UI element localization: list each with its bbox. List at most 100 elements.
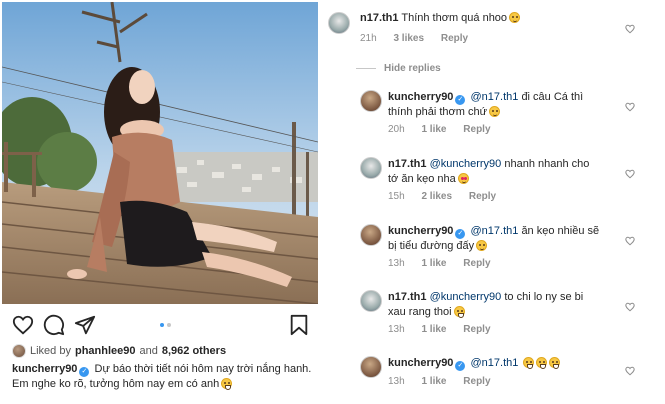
reply-time: 13h: [388, 376, 405, 387]
reply-time: 15h: [388, 191, 405, 202]
reply-likes[interactable]: 1 like: [421, 376, 446, 387]
reply-button[interactable]: Reply: [463, 258, 490, 269]
reply-likes[interactable]: 2 likes: [421, 191, 452, 202]
grin-emoji-icon: [523, 357, 535, 369]
like-comment-heart-icon[interactable]: [625, 24, 635, 34]
carousel-dots: [160, 323, 180, 327]
reply-meta: 13h 1 like Reply: [388, 258, 505, 269]
post-photo[interactable]: [2, 2, 318, 304]
liker-avatar[interactable]: [12, 344, 26, 358]
smile-emoji-icon: [488, 106, 500, 117]
reply-username[interactable]: kuncherry90: [388, 357, 453, 369]
verified-badge-icon: ✓: [455, 229, 466, 239]
divider: [356, 68, 376, 69]
reply-body-line-1: to chi lo ny se bi: [504, 291, 584, 303]
caption-username[interactable]: kuncherry90: [12, 363, 77, 375]
likes-count[interactable]: 8,962 others: [162, 345, 226, 357]
reply-meta: 15h 2 likes Reply: [388, 191, 510, 202]
reply-body-line-1: đi câu Cá thì: [521, 91, 584, 103]
post-caption: kuncherry90 ✓ Dự báo thời tiết nói hôm na…: [12, 362, 312, 392]
mention-link[interactable]: @n17.th1: [471, 91, 519, 103]
like-comment-heart-icon[interactable]: [625, 302, 635, 312]
mention-link[interactable]: @n17.th1: [471, 225, 519, 237]
reply-likes[interactable]: 1 like: [421, 124, 446, 135]
reply-text: n17.th1 @kuncherry90 to chi lo ny se bi …: [388, 290, 613, 320]
carousel-dot: [167, 323, 171, 327]
comments-panel: n17.th1 Thính thơm quá nhoo 21h 3 likes …: [322, 0, 665, 404]
reply-username[interactable]: n17.th1: [388, 158, 427, 170]
bookmark-icon[interactable]: [288, 314, 310, 336]
reply-text: kuncherry90 ✓ @n17.th1 đi câu Cá thì thín…: [388, 90, 613, 120]
avatar[interactable]: [360, 224, 382, 246]
reply-meta: 13h 1 like Reply: [388, 376, 505, 387]
grin-emoji-icon: [453, 306, 465, 318]
smile-emoji-icon: [476, 240, 488, 251]
like-comment-heart-icon[interactable]: [625, 236, 635, 246]
reply-likes[interactable]: 1 like: [421, 258, 446, 269]
post-panel: Liked by phanhlee90 and 8,962 others kun…: [0, 0, 322, 404]
likes-and: and: [139, 345, 158, 357]
mention-link[interactable]: @n17.th1: [471, 357, 519, 369]
reply-time: 13h: [388, 258, 405, 269]
like-comment-heart-icon[interactable]: [625, 169, 635, 179]
reply-username[interactable]: kuncherry90: [388, 91, 453, 103]
reply-item: n17.th1 @kuncherry90 nhanh nhanh cho tớ …: [322, 155, 665, 205]
verified-badge-icon: ✓: [455, 95, 466, 105]
avatar[interactable]: [328, 12, 350, 34]
reply-body-line-2: bị tiểu đường đấy: [388, 240, 475, 252]
comment-text: n17.th1 Thính thơm quá nhoo: [360, 11, 630, 26]
post-photo-illustration: [2, 2, 318, 304]
likes-prefix: Liked by: [30, 345, 71, 357]
comment-icon[interactable]: [43, 314, 65, 336]
liker-username[interactable]: phanhlee90: [75, 345, 136, 357]
reply-button[interactable]: Reply: [463, 376, 490, 387]
post-actions: [12, 314, 312, 336]
reply-text: n17.th1 @kuncherry90 nhanh nhanh cho tớ …: [388, 157, 613, 187]
comment-body: Thính thơm quá nhoo: [401, 12, 508, 24]
heart-eyes-emoji-icon: [457, 173, 469, 184]
reply-username[interactable]: n17.th1: [388, 291, 427, 303]
share-icon[interactable]: [74, 314, 96, 336]
comment-item: n17.th1 Thính thơm quá nhoo 21h 3 likes …: [322, 8, 665, 48]
avatar[interactable]: [360, 290, 382, 312]
hide-replies-label[interactable]: Hide replies: [384, 63, 441, 74]
reply-text: kuncherry90 ✓ @n17.th1 ăn kẹo nhiều sẽ bị…: [388, 224, 613, 254]
reply-time: 13h: [388, 324, 405, 335]
like-comment-heart-icon[interactable]: [625, 102, 635, 112]
reply-button[interactable]: Reply: [463, 124, 490, 135]
avatar[interactable]: [360, 90, 382, 112]
reply-username[interactable]: kuncherry90: [388, 225, 453, 237]
reply-body-line-2: xau rang thoi: [388, 306, 452, 318]
grin-emoji-icon: [549, 357, 561, 369]
likes-summary: Liked by phanhlee90 and 8,962 others: [12, 343, 226, 359]
caption-line-2: Em nghe ko rõ, tưởng hôm nay em có anh: [12, 378, 220, 390]
reply-likes[interactable]: 1 like: [421, 324, 446, 335]
like-comment-heart-icon[interactable]: [625, 366, 635, 376]
comment-meta: 21h 3 likes Reply: [360, 33, 482, 44]
verified-badge-icon: ✓: [455, 361, 466, 371]
reply-button[interactable]: Reply: [463, 324, 490, 335]
mention-link[interactable]: @kuncherry90: [430, 291, 502, 303]
mention-link[interactable]: @kuncherry90: [430, 158, 502, 170]
comment-time: 21h: [360, 33, 377, 44]
carousel-dot-active: [160, 323, 164, 327]
reply-item: kuncherry90 ✓ @n17.th1 đi câu Cá thì thín…: [322, 88, 665, 138]
reply-meta: 13h 1 like Reply: [388, 324, 505, 335]
smile-emoji-icon: [509, 12, 521, 23]
comment-likes[interactable]: 3 likes: [393, 33, 424, 44]
heart-icon[interactable]: [12, 314, 34, 336]
reply-text: kuncherry90 ✓ @n17.th1: [388, 356, 613, 371]
reply-button[interactable]: Reply: [469, 191, 496, 202]
caption-line-1: Dự báo thời tiết nói hôm nay trời nắng h…: [94, 363, 312, 375]
reply-body-line-1: nhanh nhanh cho: [504, 158, 590, 170]
avatar[interactable]: [360, 356, 382, 378]
reply-body-line-2: thính phải thơm chứ: [388, 106, 487, 118]
hide-replies-toggle[interactable]: Hide replies: [356, 63, 441, 74]
reply-body-line-2: tớ ăn kẹo nha: [388, 173, 456, 185]
reply-item: kuncherry90 ✓ @n17.th1 ăn kẹo nhiều sẽ bị…: [322, 222, 665, 272]
reply-button[interactable]: Reply: [441, 33, 468, 44]
comment-username[interactable]: n17.th1: [360, 12, 399, 24]
grin-emoji-icon: [221, 378, 233, 390]
avatar[interactable]: [360, 157, 382, 179]
reply-item: kuncherry90 ✓ @n17.th1 13h 1 like Reply: [322, 354, 665, 394]
